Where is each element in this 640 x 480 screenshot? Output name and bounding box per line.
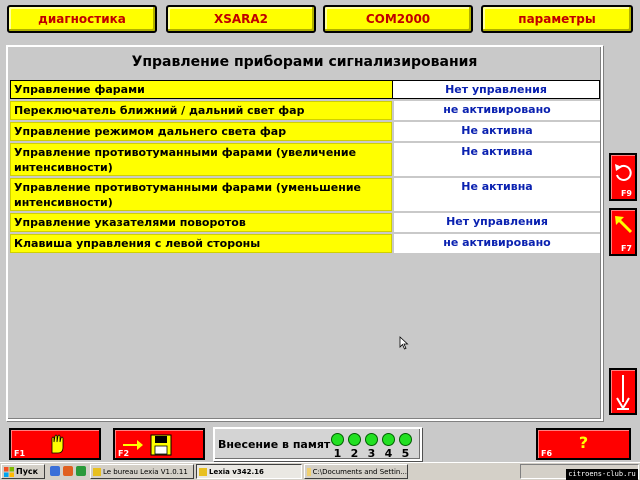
- windows-logo-icon: [4, 466, 14, 477]
- down-arrow-icon: [616, 375, 630, 410]
- panel-title: Управление приборами сигнализирования: [131, 54, 478, 70]
- status-led-icon: [399, 433, 412, 446]
- help-button[interactable]: ? F6: [536, 428, 631, 460]
- list-item[interactable]: Переключатель ближний / дальний свет фар…: [10, 101, 600, 120]
- taskbar-item[interactable]: Le bureau Lexia V1.0.11: [90, 464, 194, 479]
- list-item[interactable]: Клавиша управления с левой стороны не ак…: [10, 234, 600, 253]
- memory-slots: Внесение в памят 1 2 3 4 5: [213, 427, 422, 461]
- row-label: Управление указателями поворотов: [10, 213, 392, 232]
- taskbar-item[interactable]: C:\Documents and Settin...: [304, 464, 408, 479]
- save-button[interactable]: F2: [113, 428, 205, 460]
- taskbar-item-label: C:\Documents and Settin...: [312, 467, 407, 476]
- tab-parameters[interactable]: параметры: [481, 5, 633, 33]
- row-value: Нет управления: [394, 213, 600, 232]
- stop-button[interactable]: F1: [9, 428, 101, 460]
- row-label: Управление фарами: [10, 80, 392, 99]
- memory-slot-4[interactable]: 4: [382, 447, 395, 460]
- row-label: Управление противотуманными фарами (увел…: [10, 143, 392, 176]
- row-label: Управление противотуманными фарами (умен…: [10, 178, 392, 211]
- row-value: Не активна: [394, 143, 600, 176]
- row-value: Нет управления: [392, 80, 600, 99]
- key-label: F2: [118, 449, 130, 458]
- key-label: F7: [620, 244, 632, 253]
- taskbar-item-label: Lexia v342.16: [209, 467, 264, 476]
- folder-icon: [307, 467, 311, 476]
- memory-label: Внесение в памят: [218, 438, 331, 451]
- memory-slot-2[interactable]: 2: [348, 447, 361, 460]
- app-icon: [93, 467, 101, 476]
- mouse-cursor-icon: [399, 336, 409, 350]
- row-value: Не активна: [394, 178, 600, 211]
- list-item[interactable]: Управление противотуманными фарами (умен…: [10, 178, 600, 211]
- taskbar: Пуск Le bureau Lexia V1.0.11 Lexia v342.…: [0, 462, 640, 480]
- undo-arrow-icon: [615, 164, 632, 181]
- list-item[interactable]: Управление противотуманными фарами (увел…: [10, 143, 600, 176]
- status-led-icon: [382, 433, 395, 446]
- taskbar-item-label: Le bureau Lexia V1.0.11: [103, 467, 188, 476]
- row-label: Клавиша управления с левой стороны: [10, 234, 392, 253]
- key-label: F1: [14, 449, 26, 458]
- tab-diagnostics[interactable]: диагностика: [7, 5, 157, 33]
- status-led-icon: [348, 433, 361, 446]
- taskbar-item[interactable]: Lexia v342.16: [196, 464, 302, 479]
- jump-button[interactable]: F7: [609, 208, 637, 256]
- tab-vehicle[interactable]: XSARA2: [166, 5, 316, 33]
- save-arrow-icon: [123, 434, 172, 456]
- quicklaunch-icon[interactable]: [50, 466, 60, 476]
- undo-button[interactable]: F9: [609, 153, 637, 201]
- status-led-icon: [331, 433, 344, 446]
- memory-slot-5[interactable]: 5: [399, 447, 412, 460]
- key-label: F6: [541, 449, 553, 458]
- top-tab-bar: диагностика XSARA2 COM2000 параметры: [0, 0, 640, 40]
- list-item[interactable]: Управление режимом дальнего света фар Не…: [10, 122, 600, 141]
- hand-stop-icon: [51, 434, 64, 454]
- list-item[interactable]: Управление указателями поворотов Нет упр…: [10, 213, 600, 232]
- start-button[interactable]: Пуск: [1, 464, 45, 479]
- memory-slot-3[interactable]: 3: [365, 447, 378, 460]
- row-value: не активировано: [394, 234, 600, 253]
- row-value: Не активна: [394, 122, 600, 141]
- watermark: citroens-club.ru: [566, 469, 638, 480]
- row-value: не активировано: [394, 101, 600, 120]
- scroll-down-button[interactable]: [609, 368, 637, 415]
- quicklaunch-icon[interactable]: [63, 466, 73, 476]
- row-label: Управление режимом дальнего света фар: [10, 122, 392, 141]
- list-item[interactable]: Управление фарами Нет управления: [10, 80, 600, 99]
- parameter-list: Управление фарами Нет управления Переклю…: [10, 80, 600, 255]
- key-label: F9: [620, 189, 632, 198]
- quicklaunch-icon[interactable]: [76, 466, 86, 476]
- main-panel: Управление приборами сигнализирования Уп…: [6, 45, 603, 421]
- tab-ecu[interactable]: COM2000: [323, 5, 473, 33]
- app-icon: [199, 467, 207, 476]
- diagonal-arrow-icon: [615, 216, 633, 234]
- start-label: Пуск: [16, 467, 39, 476]
- memory-slot-1[interactable]: 1: [331, 447, 344, 460]
- status-led-icon: [365, 433, 378, 446]
- row-label: Переключатель ближний / дальний свет фар: [10, 101, 392, 120]
